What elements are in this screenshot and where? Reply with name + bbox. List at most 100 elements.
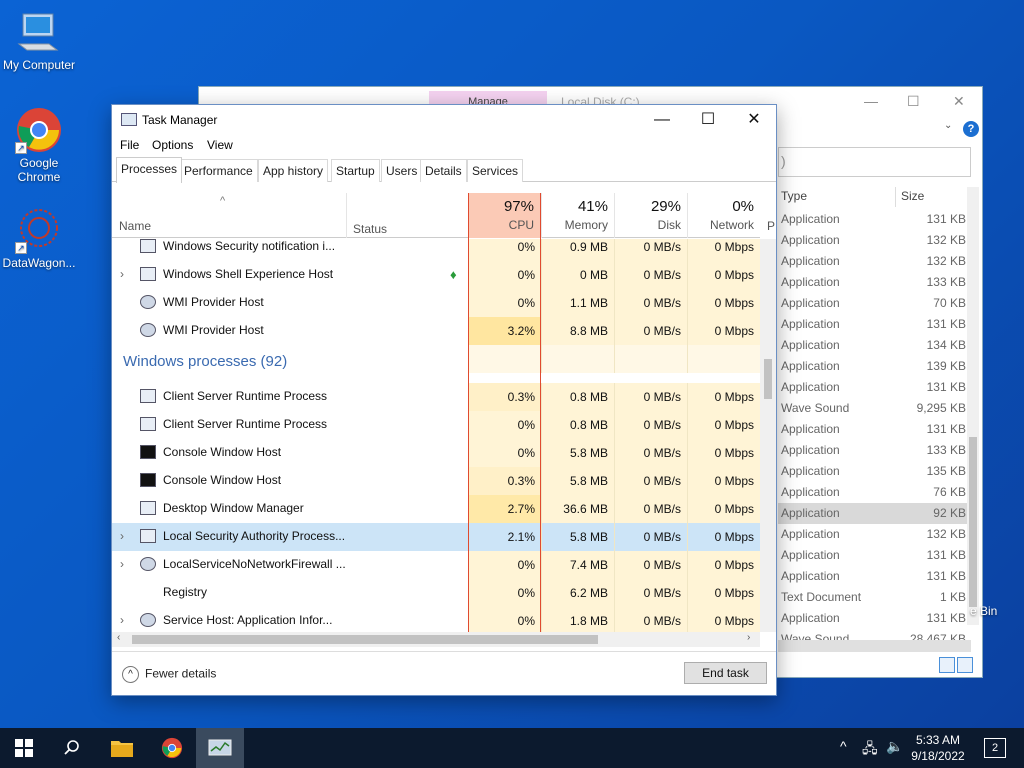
tab-services[interactable]: Services [467,159,524,182]
file-row[interactable]: Application 135 KB [778,461,968,482]
maximize-icon[interactable]: ☐ [907,93,920,110]
file-row[interactable]: Application 132 KB [778,230,968,251]
process-row[interactable]: Windows Security notification i... 0% 0.9 … [112,239,760,261]
file-row[interactable]: Application 139 KB [778,356,968,377]
scroll-left-icon[interactable]: ‹ [117,632,120,643]
process-row[interactable]: › Local Security Authority Process... 2.1%… [112,523,760,551]
file-row[interactable]: Application 131 KB [778,566,968,587]
close-button[interactable]: ✕ [731,105,777,135]
column-status[interactable]: Status [346,193,387,238]
file-row[interactable]: Application 132 KB [778,251,968,272]
file-row[interactable]: Application 92 KB [778,503,968,524]
file-row[interactable]: Application 131 KB [778,608,968,629]
file-row[interactable]: Application 76 KB [778,482,968,503]
explorer-horizontal-scrollbar[interactable] [778,640,971,652]
explorer-search-input[interactable]: ) [778,147,971,177]
process-net-value: 0 Mbps [687,289,760,317]
recycle-bin-label[interactable]: e Bin [970,604,997,618]
file-row[interactable]: Application 132 KB [778,524,968,545]
file-row[interactable]: Application 131 KB [778,314,968,335]
desktop-icon-datawagon[interactable]: ↗ DataWagon... [0,206,78,270]
explorer-vertical-scrollbar[interactable] [967,187,979,625]
process-row[interactable]: Console Window Host 0.3% 5.8 MB 0 MB/s 0 Mbp… [112,467,760,495]
help-icon[interactable]: ? [963,121,979,137]
column-type[interactable]: Type [781,189,807,203]
scroll-right-icon[interactable]: › [747,632,750,643]
process-list[interactable]: Windows Security notification i... 0% 0.9 … [112,239,760,632]
maximize-button[interactable]: ☐ [685,105,731,135]
scroll-thumb[interactable] [969,437,977,607]
desktop-icon-chrome[interactable]: ↗ Google Chrome [0,106,78,184]
column-memory[interactable]: 41% Memory [541,193,614,238]
expand-chevron-icon[interactable]: › [120,613,124,627]
large-icons-view-icon[interactable] [957,657,973,673]
process-disk-value: 0 MB/s [614,495,687,523]
chrome-taskbar-button[interactable] [148,728,196,768]
process-vertical-scrollbar[interactable] [760,239,776,632]
process-row[interactable]: Desktop Window Manager 2.7% 36.6 MB 0 MB/s 0… [112,495,760,523]
file-row[interactable]: Application 131 KB [778,545,968,566]
search-button[interactable] [48,728,96,768]
process-horizontal-scrollbar[interactable]: ‹ › [112,632,760,647]
process-row[interactable]: WMI Provider Host 0% 1.1 MB 0 MB/s 0 Mbps [112,289,760,317]
process-row[interactable]: WMI Provider Host 3.2% 8.8 MB 0 MB/s 0 Mbps [112,317,760,345]
tab-startup[interactable]: Startup [331,159,380,182]
scroll-thumb[interactable] [764,359,772,399]
end-task-button[interactable]: End task [684,662,767,684]
volume-icon[interactable]: 🔈 [886,738,903,755]
process-row[interactable]: Console Window Host 0% 5.8 MB 0 MB/s 0 Mbps [112,439,760,467]
minimize-button[interactable]: — [639,105,685,135]
details-view-icon[interactable] [939,657,955,673]
tab-processes[interactable]: Processes [116,157,183,183]
column-cpu[interactable]: 97% CPU [468,193,541,238]
expand-chevron-icon[interactable]: › [120,557,124,571]
close-icon[interactable]: ✕ [953,93,965,110]
file-row[interactable]: Wave Sound 9,295 KB [778,398,968,419]
minimize-icon[interactable]: — [864,93,878,109]
fewer-details-button[interactable]: ^ Fewer details [122,666,216,683]
desktop-icon-my-computer[interactable]: My Computer [0,8,78,72]
task-manager-titlebar[interactable]: Task Manager — ☐ ✕ [112,105,776,135]
tab-app-history[interactable]: App history [258,159,329,182]
file-row[interactable]: Application 134 KB [778,335,968,356]
process-row[interactable]: › Service Host: Application Infor... 0% 1.8… [112,607,760,632]
file-row[interactable]: Application 131 KB [778,377,968,398]
column-network[interactable]: 0% Network [687,193,760,238]
task-manager-window[interactable]: Task Manager — ☐ ✕ File Options View Pro… [111,104,777,696]
column-power-partial[interactable]: P [767,219,775,233]
network-icon[interactable]: 🖧 [862,738,878,762]
file-row[interactable]: Application 70 KB [778,293,968,314]
column-divider[interactable] [895,187,896,207]
file-row[interactable]: Application 131 KB [778,209,968,230]
chevron-down-icon[interactable]: ⌄ [944,120,952,131]
file-row[interactable]: Application 131 KB [778,419,968,440]
show-hidden-icons-chevron[interactable]: ^ [840,738,847,754]
process-row[interactable]: Registry 0% 6.2 MB 0 MB/s 0 Mbps [112,579,760,607]
process-row[interactable]: Client Server Runtime Process 0.3% 0.8 MB 0… [112,383,760,411]
column-size[interactable]: Size [901,189,924,203]
explorer-file-list[interactable]: Application 131 KB Application 132 KB Applic… [778,209,968,650]
process-row[interactable]: › Windows Shell Experience Host ♦ 0% 0 MB 0 M… [112,261,760,289]
file-row[interactable]: Application 133 KB [778,272,968,293]
start-button[interactable] [0,728,48,768]
menu-view[interactable]: View [207,138,233,152]
scroll-thumb[interactable] [132,635,598,644]
column-name[interactable]: Name [119,219,151,233]
expand-chevron-icon[interactable]: › [120,529,124,543]
process-row[interactable]: Client Server Runtime Process 0% 0.8 MB 0 M… [112,411,760,439]
column-disk[interactable]: 29% Disk [614,193,687,238]
file-explorer-taskbar-button[interactable] [98,728,146,768]
tab-users[interactable]: Users [381,159,423,182]
process-row[interactable]: › LocalServiceNoNetworkFirewall ... 0% 7.4 … [112,551,760,579]
tab-details[interactable]: Details [420,159,467,182]
file-row[interactable]: Text Document 1 KB [778,587,968,608]
clock[interactable]: 5:33 AM 9/18/2022 [902,732,974,764]
menu-file[interactable]: File [120,138,139,152]
task-manager-taskbar-button[interactable] [196,728,244,768]
tab-performance[interactable]: Performance [179,159,258,182]
sort-up-icon: ^ [220,195,226,207]
expand-chevron-icon[interactable]: › [120,267,124,281]
notification-center-icon[interactable]: 2 [984,738,1006,758]
menu-options[interactable]: Options [152,138,193,152]
file-row[interactable]: Application 133 KB [778,440,968,461]
